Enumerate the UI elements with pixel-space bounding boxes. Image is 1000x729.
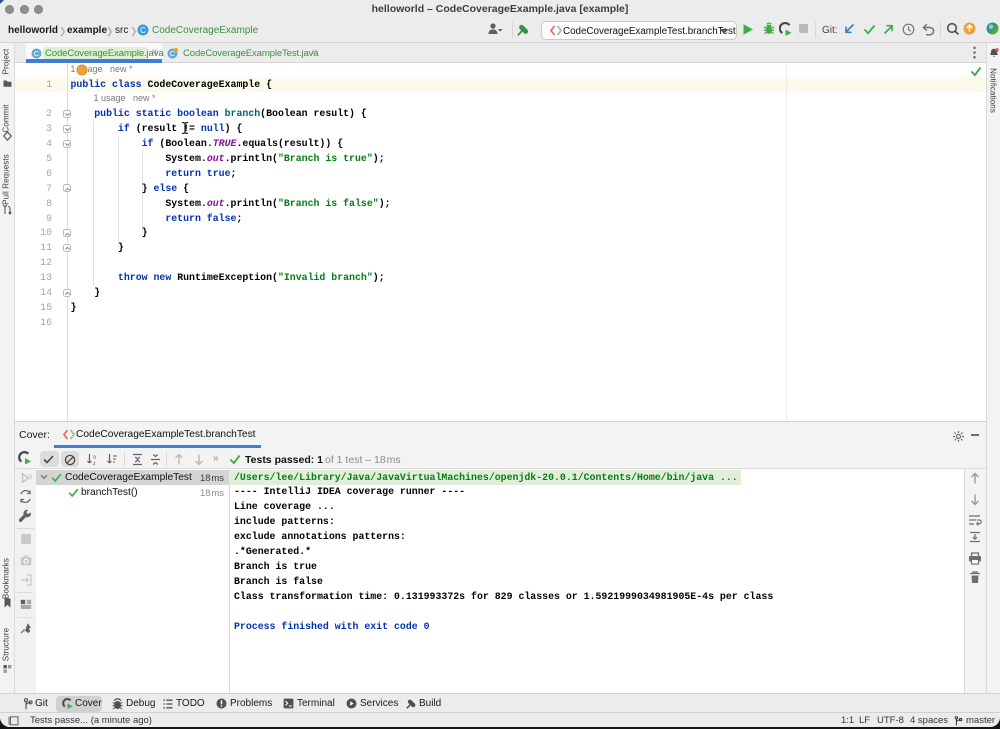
svg-text:a: a [93, 455, 97, 461]
svg-text:C: C [140, 25, 146, 34]
svg-text:z: z [93, 461, 96, 466]
svg-text:C: C [34, 49, 40, 58]
svg-text:9: 9 [29, 474, 33, 481]
